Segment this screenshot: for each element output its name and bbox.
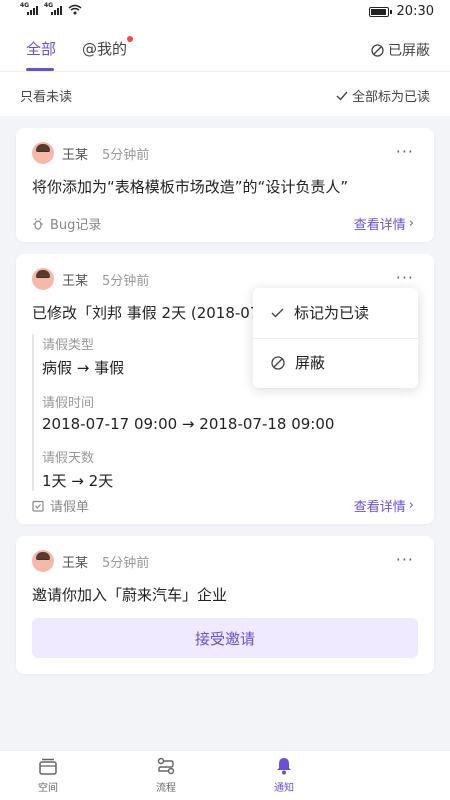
block-menu-item[interactable]: 屏蔽 — [271, 352, 325, 373]
user-name: 王某 — [62, 273, 89, 289]
detail-label: 请假天数 — [42, 451, 95, 466]
tab-all[interactable]: 全部 — [26, 38, 56, 59]
filter-bar: 只看未读 全部标为已读 — [0, 72, 450, 116]
clock: 20:30 — [396, 4, 434, 19]
tab-mine[interactable]: @我的 — [82, 36, 134, 59]
detail-value: 1天 → 2天 — [42, 472, 114, 490]
notification-card: 王某 5分钟前 ··· 将你添加为“表格模板市场改造”的“设计负责人” Bug记… — [16, 128, 434, 242]
notification-message: 邀请你加入「蔚来汽车」企业 — [32, 586, 228, 604]
nav-item-flow[interactable]: 流程 — [136, 757, 196, 794]
timestamp: 5分钟前 — [102, 147, 150, 163]
more-icon[interactable]: ··· — [396, 268, 414, 287]
mark-all-read-button[interactable]: 全部标为已读 — [336, 86, 430, 105]
avatar — [32, 268, 54, 290]
wifi-icon — [68, 4, 82, 15]
notification-message: 已修改「刘邦 事假 2天 (2018-07 — [32, 304, 260, 322]
user-name: 王某 — [62, 555, 89, 571]
view-details-link[interactable]: 查看详情 › — [354, 214, 414, 233]
nav-label: 通知 — [274, 783, 294, 794]
view-details-label: 查看详情 — [353, 218, 406, 233]
block-icon — [371, 43, 384, 57]
check-icon — [336, 91, 348, 101]
more-icon[interactable]: ··· — [396, 550, 414, 569]
nav-item-notify[interactable]: 通知 — [254, 757, 314, 794]
source-label: 请假单 — [32, 496, 89, 515]
nav-label: 流程 — [156, 783, 176, 794]
bell-icon — [277, 758, 291, 775]
source-text: Bug记录 — [50, 218, 102, 233]
chevron-right-icon: › — [408, 498, 414, 513]
blocked-label: 已屏蔽 — [388, 43, 430, 59]
source-text: 请假单 — [50, 500, 90, 515]
avatar — [32, 550, 54, 572]
timestamp: 5分钟前 — [102, 555, 150, 571]
mark-all-read-label: 全部标为已读 — [351, 90, 430, 105]
view-details-link[interactable]: 查看详情 › — [354, 496, 414, 515]
timestamp: 5分钟前 — [102, 273, 150, 289]
user-name: 王某 — [62, 147, 89, 163]
form-icon — [32, 500, 44, 512]
context-menu: 标记为已读 屏蔽 — [253, 288, 418, 388]
flow-icon — [157, 757, 175, 775]
accept-invite-button[interactable]: 接受邀请 — [32, 618, 418, 658]
notification-message: 将你添加为“表格模板市场改造”的“设计负责人” — [32, 178, 349, 196]
mark-read-menu-item[interactable]: 标记为已读 — [271, 302, 369, 323]
menu-divider — [253, 338, 418, 339]
bottom-nav: 空间 流程 通知 — [0, 750, 450, 800]
mark-read-label: 标记为已读 — [294, 304, 370, 322]
block-label: 屏蔽 — [295, 354, 326, 372]
detail-label: 请假时间 — [42, 396, 95, 411]
nav-label: 空间 — [38, 783, 58, 794]
nav-item-space[interactable]: 空间 — [18, 757, 78, 794]
unread-only-toggle[interactable]: 只看未读 — [20, 86, 72, 105]
battery-icon — [368, 6, 392, 17]
tab-mine-label: @我的 — [82, 40, 128, 58]
avatar — [32, 142, 54, 164]
detail-value: 2018-07-17 09:00 → 2018-07-18 09:00 — [42, 415, 335, 433]
notification-card: 王某 5分钟前 ··· 邀请你加入「蔚来汽车」企业 接受邀请 — [16, 536, 434, 674]
tab-bar: 全部 @我的 已屏蔽 — [0, 24, 450, 72]
bug-icon — [33, 217, 43, 230]
cell-signal-icon-2: 4G — [44, 2, 62, 15]
chevron-right-icon: › — [408, 216, 414, 231]
check-icon — [271, 308, 284, 317]
space-icon — [39, 758, 57, 775]
status-bar: 4G 4G 20:30 — [0, 0, 450, 24]
view-details-label: 查看详情 — [353, 500, 406, 515]
source-label: Bug记录 — [32, 214, 101, 233]
cell-signal-icon: 4G — [20, 2, 38, 15]
blocked-button[interactable]: 已屏蔽 — [371, 40, 430, 60]
block-icon — [271, 355, 285, 370]
tab-indicator — [26, 68, 54, 71]
more-icon[interactable]: ··· — [396, 142, 414, 161]
unread-dot — [127, 36, 134, 42]
